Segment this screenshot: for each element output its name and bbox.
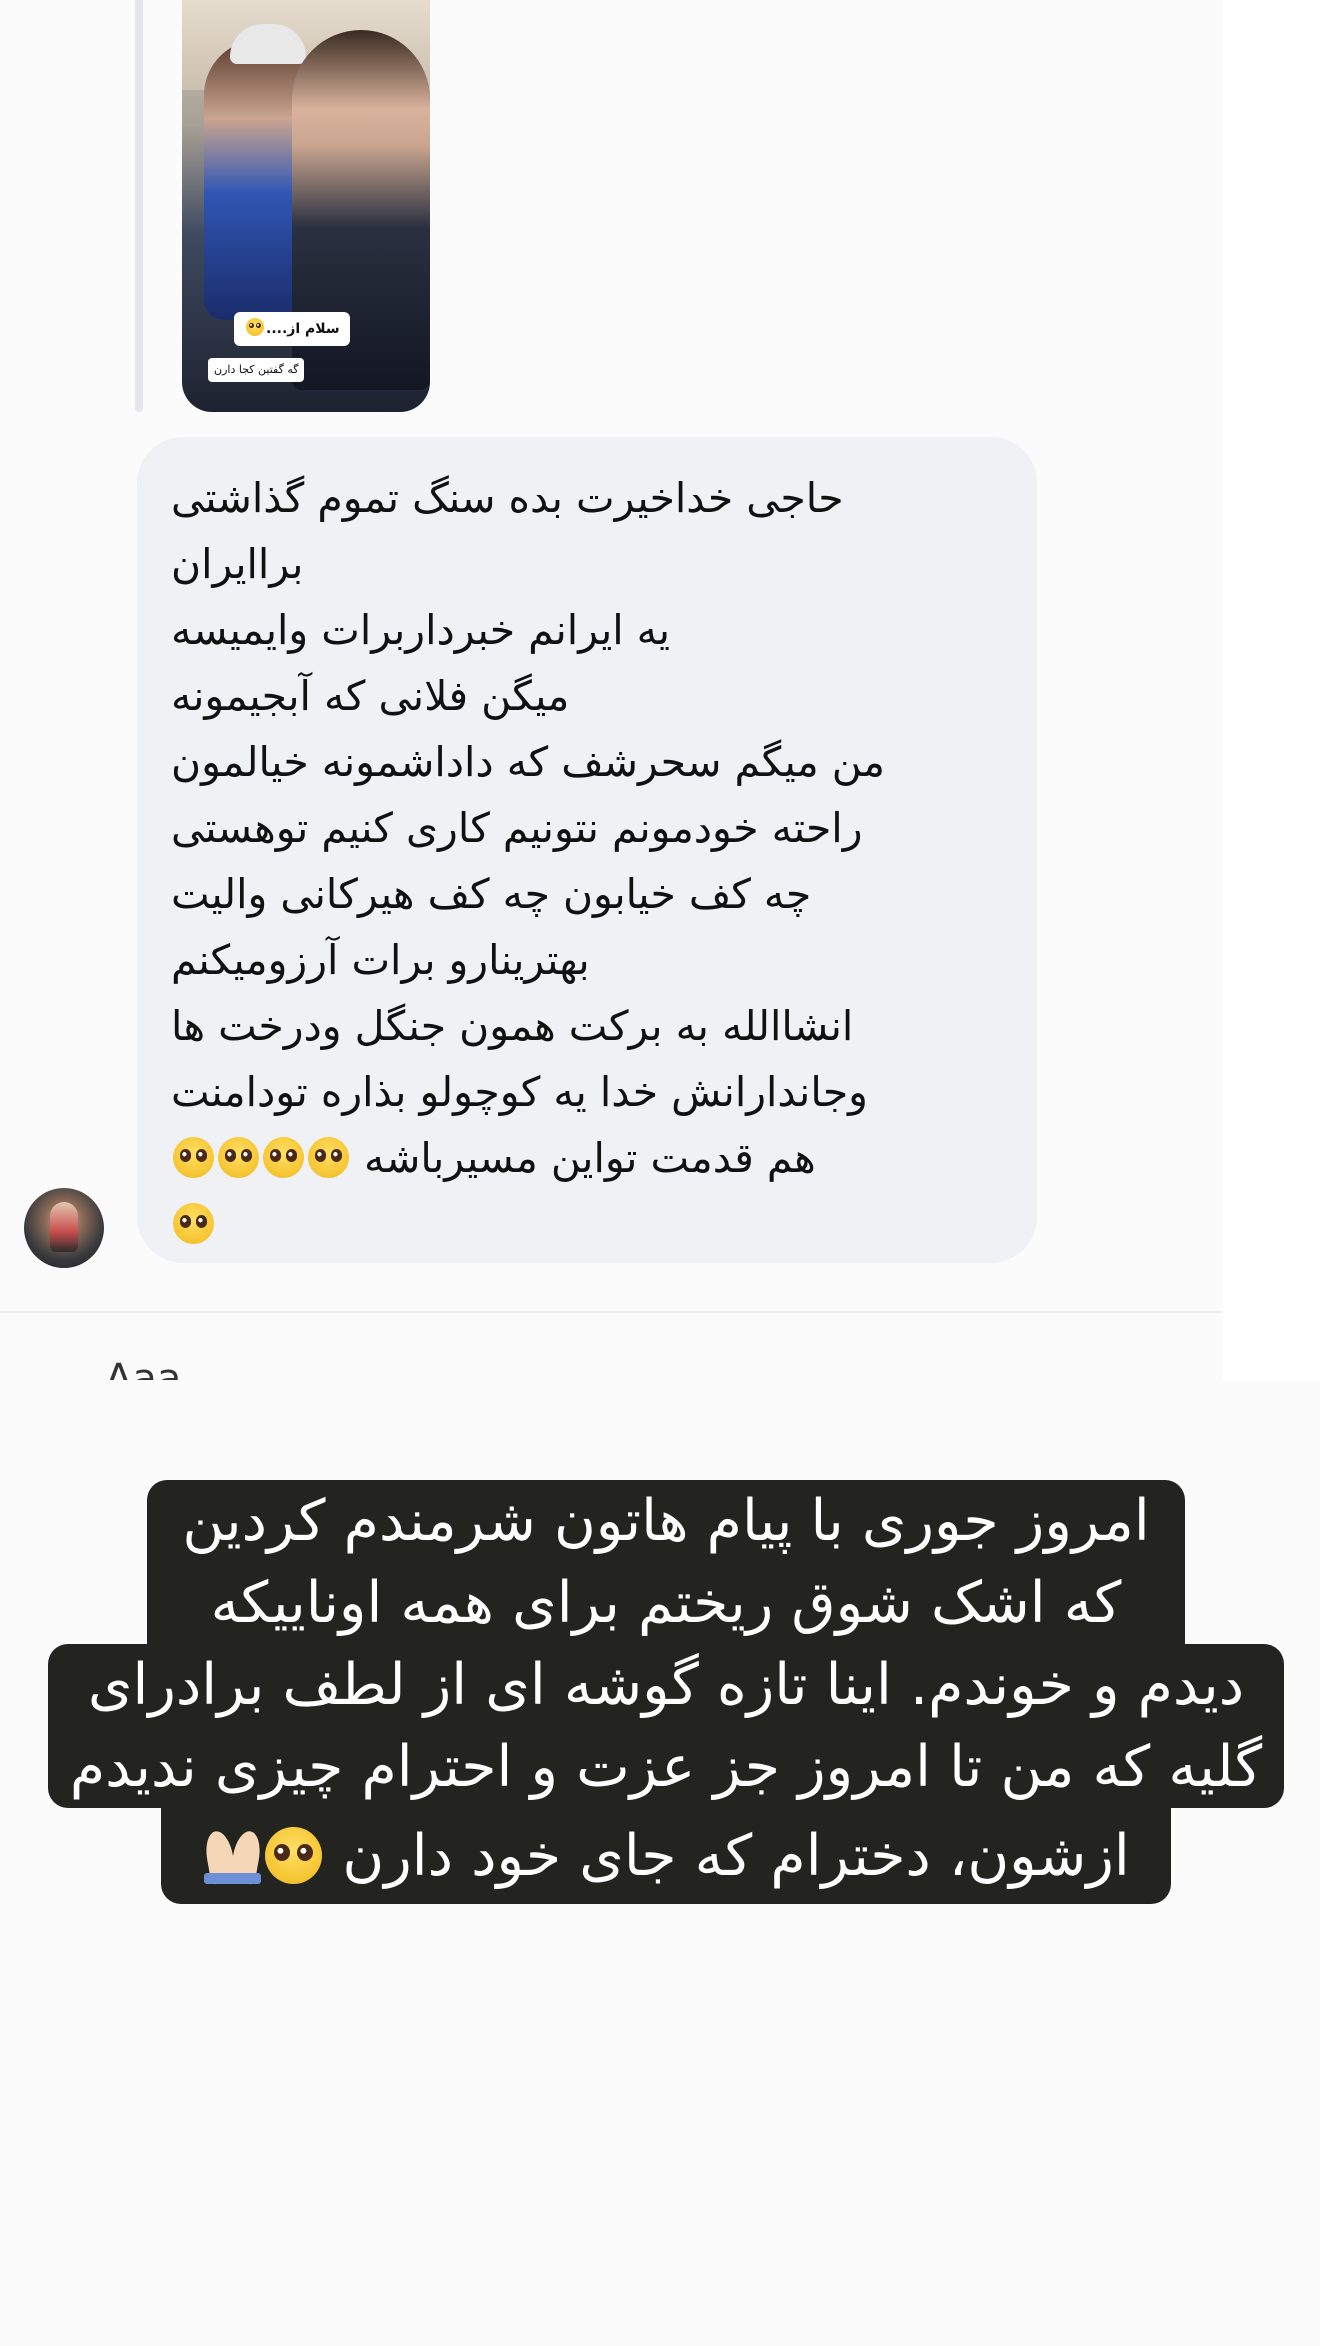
- caption-line-text: ازشون، دخترام که جای خود دارن: [342, 1823, 1130, 1889]
- message-bubble[interactable]: حاجی خداخیرت بده سنگ تموم گذاشتی براایرا…: [137, 437, 1037, 1263]
- caption-line: که اشک شوق ریختم برای همه اوناییکه: [147, 1562, 1185, 1644]
- right-edge-strip: [1222, 0, 1320, 1380]
- message-line: راحته خودمونم نتونیم کاری کنیم توهستی: [171, 804, 863, 852]
- message-line: چه کف خیابون چه کف هیرکانی والیت: [171, 870, 812, 918]
- message-line: میگن فلانی که آبجیمونه: [171, 672, 570, 720]
- pleading-face-icon: [218, 1137, 259, 1179]
- pleading-face-icon: [173, 1137, 214, 1179]
- message-line: حاجی خداخیرت بده سنگ تموم گذاشتی: [171, 474, 844, 522]
- caption-line: ازشون، دخترام که جای خود دارن: [161, 1808, 1171, 1904]
- sender-avatar[interactable]: [24, 1188, 104, 1268]
- message-line: یه ایرانم خبرداربرات وایمیسه: [171, 606, 671, 654]
- message-line: براایران: [171, 540, 304, 588]
- folded-hands-icon: [204, 1827, 262, 1884]
- caption-line: گلیه که من تا امروز جز عزت و احترام چیزی…: [48, 1726, 1284, 1808]
- pleading-face-icon: [265, 1826, 323, 1884]
- story-reply-thumbnail[interactable]: سلام از.... گه گفتین کجا دارن: [182, 0, 430, 412]
- story-sticker-greeting: سلام از....: [234, 312, 350, 346]
- pleading-face-icon: [308, 1137, 349, 1179]
- pleading-face-icon: [263, 1137, 304, 1179]
- story-reply-indicator: [135, 0, 143, 412]
- caption-line: امروز جوری با پیام هاتون شرمندم کردین: [147, 1480, 1185, 1562]
- next-message-preview: Aaa: [105, 1356, 182, 1380]
- thread-divider: [0, 1311, 1222, 1313]
- message-line: بهترینارو برات آرزومیکنم: [171, 936, 590, 984]
- pleading-face-icon: [246, 317, 264, 336]
- message-line-text: هم قدمت تواین مسیرباشه: [364, 1134, 816, 1182]
- message-emoji-line: [171, 1191, 1003, 1257]
- caption-line: دیدم و خوندم. اینا تازه گوشه ای از لطف ب…: [48, 1644, 1284, 1726]
- message-line: وجاندارانش خدا یه کوچولو بذاره تودامنت: [171, 1068, 868, 1116]
- message-line: انشاالله به برکت همون جنگل ودرخت ها: [171, 1002, 854, 1050]
- story-caption: امروز جوری با پیام هاتون شرمندم کردین که…: [48, 1480, 1284, 1972]
- story-sticker-subtitle: گه گفتین کجا دارن: [208, 358, 305, 382]
- message-line: من میگم سحرشف که داداشمونه خیالمون: [171, 738, 885, 786]
- pleading-face-icon: [173, 1203, 214, 1245]
- message-line: هم قدمت تواین مسیرباشه: [171, 1125, 1003, 1191]
- avatar-figure: [50, 1202, 78, 1252]
- story-sticker-greeting-text: سلام از....: [266, 321, 340, 337]
